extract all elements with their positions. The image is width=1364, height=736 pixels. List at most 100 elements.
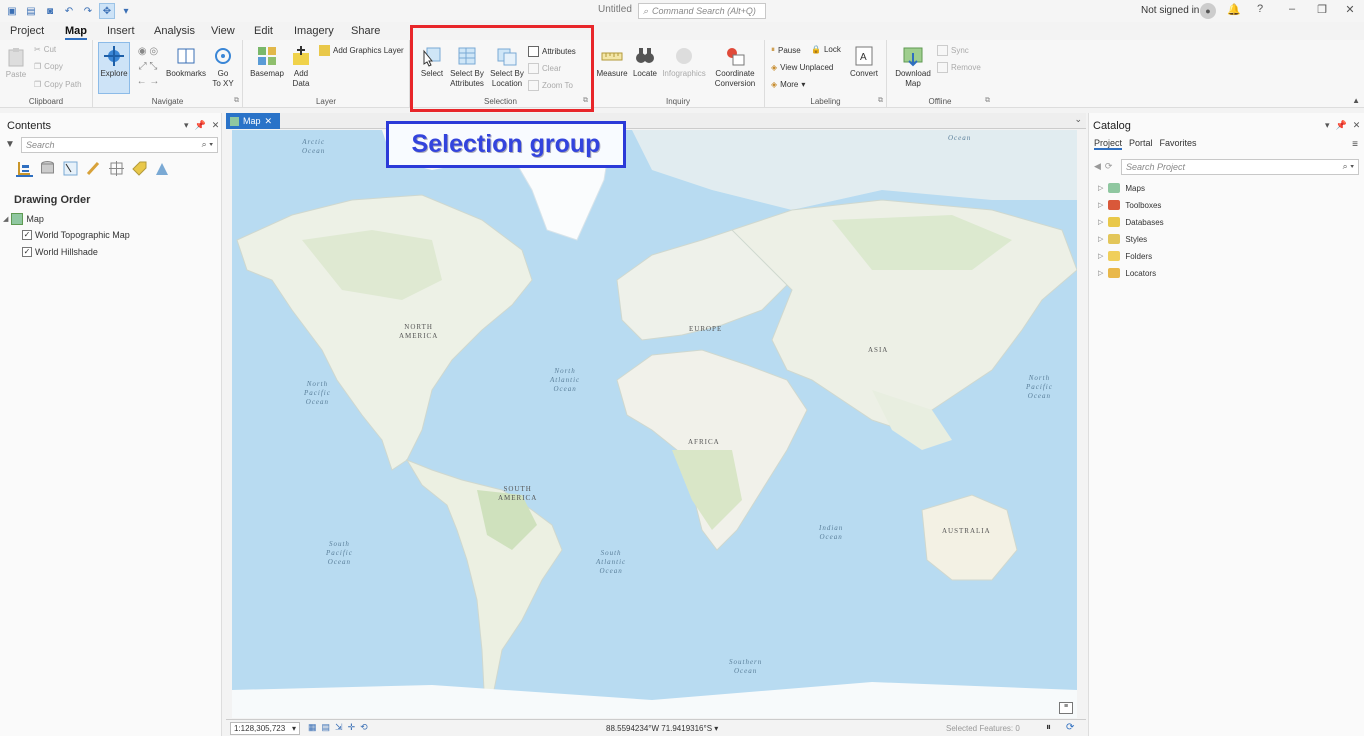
tab-imagery[interactable]: Imagery: [294, 25, 334, 37]
coordinate-readout[interactable]: 88.5594234°W 71.9419316°S ▾: [606, 724, 718, 733]
expand-arrow-icon[interactable]: ◢: [3, 215, 8, 223]
snapping-view-icon[interactable]: [108, 160, 125, 177]
snapping-icon[interactable]: ⟲: [360, 722, 368, 733]
redo-icon[interactable]: ↷: [80, 3, 96, 19]
layer-item-topographic[interactable]: ✓ World Topographic Map: [22, 230, 130, 240]
refresh-icon[interactable]: ⟳: [1066, 722, 1074, 733]
layer-visibility-checkbox[interactable]: ✓: [22, 247, 32, 257]
navigate-launcher-icon[interactable]: ⧉: [234, 97, 239, 105]
avatar[interactable]: ●: [1200, 3, 1216, 19]
fixed-zoom-icon[interactable]: ⇲: [335, 722, 343, 733]
back-icon[interactable]: ◀: [1094, 161, 1101, 172]
pin-icon[interactable]: 📌: [1336, 120, 1347, 131]
offline-launcher-icon[interactable]: ⧉: [985, 97, 990, 105]
editing-view-icon[interactable]: [85, 160, 102, 177]
tab-share[interactable]: Share: [351, 25, 380, 37]
filter-icon[interactable]: ▼: [5, 139, 15, 150]
pin-icon[interactable]: 📌: [195, 120, 206, 131]
catalog-tab-project[interactable]: Project: [1094, 138, 1123, 150]
pause-labeling-button[interactable]: ⏸ Pause: [771, 45, 801, 55]
add-graphics-layer-button[interactable]: Add Graphics Layer: [319, 45, 404, 56]
map-view-tab[interactable]: Map ✕: [226, 113, 280, 129]
tab-project[interactable]: Project: [10, 25, 44, 37]
scale-selector[interactable]: 1:128,305,723 ▾: [230, 722, 300, 735]
catalog-menu-icon[interactable]: ≡: [1352, 139, 1358, 150]
pause-drawing-icon[interactable]: ⏸: [1046, 722, 1051, 733]
grid-icon[interactable]: ▦: [308, 722, 317, 733]
convert-labels-button[interactable]: A Convert: [847, 45, 881, 79]
catalog-item-folders[interactable]: ▷ Folders: [1098, 251, 1152, 261]
undo-icon[interactable]: ↶: [61, 3, 77, 19]
explore-button[interactable]: Explore: [99, 45, 129, 79]
locate-button[interactable]: Locate: [631, 45, 659, 79]
catalog-item-toolboxes[interactable]: ▷ Toolboxes: [1098, 200, 1161, 210]
zoom-nav-icons[interactable]: ◉ ◎ ⤢ ⤡ ← →: [133, 44, 163, 88]
map-attribution-icon[interactable]: ≡: [1059, 702, 1073, 714]
pane-menu-icon[interactable]: ▾: [1325, 120, 1330, 131]
data-source-icon[interactable]: [39, 160, 56, 177]
labeling-launcher-icon[interactable]: ⧉: [878, 97, 883, 105]
tab-insert[interactable]: Insert: [107, 25, 135, 37]
catalog-item-locators[interactable]: ▷ Locators: [1098, 268, 1156, 278]
drawing-order-icon[interactable]: [16, 160, 33, 177]
selected-features-count[interactable]: Selected Features: 0: [946, 724, 1020, 733]
tab-map[interactable]: Map: [65, 25, 87, 40]
map-view[interactable]: Arctic Ocean Ocean North Atlantic Ocean Nor…: [232, 130, 1077, 718]
catalog-item-styles[interactable]: ▷ Styles: [1098, 234, 1147, 244]
save-icon[interactable]: ◙: [42, 3, 58, 19]
close-pane-icon[interactable]: ✕: [1353, 120, 1361, 131]
labeling-view-icon[interactable]: [131, 160, 148, 177]
basemap-button[interactable]: Basemap: [248, 45, 286, 79]
bookmarks-button[interactable]: Bookmarks: [165, 45, 207, 79]
collapse-ribbon-icon[interactable]: ▲: [1352, 96, 1360, 105]
notifications-icon[interactable]: 🔔: [1226, 3, 1242, 16]
lock-labels-button[interactable]: 🔒 Lock: [811, 45, 841, 54]
cut-button[interactable]: ✂ Cut: [34, 45, 56, 54]
go-to-xy-button[interactable]: Go To XY: [209, 45, 237, 89]
tab-analysis[interactable]: Analysis: [154, 25, 195, 37]
catalog-search-input[interactable]: Search Project ⌕ ▾: [1121, 159, 1359, 175]
copy-button[interactable]: ❐ Copy: [34, 62, 63, 71]
catalog-item-maps[interactable]: ▷ Maps: [1098, 183, 1145, 193]
new-project-icon[interactable]: ▣: [4, 3, 20, 19]
refresh-icon[interactable]: ⟳: [1105, 161, 1113, 172]
view-unplaced-button[interactable]: ◈ View Unplaced: [771, 63, 833, 72]
more-labeling-button[interactable]: ◈ More ▾: [771, 80, 805, 89]
selection-view-icon[interactable]: [62, 160, 79, 177]
copy-path-button[interactable]: ❐ Copy Path: [34, 80, 82, 89]
customize-toolbar-icon[interactable]: ▾: [118, 3, 134, 19]
explore-tool-icon[interactable]: ✥: [99, 3, 115, 19]
catalog-item-databases[interactable]: ▷ Databases: [1098, 217, 1164, 227]
remove-button[interactable]: Remove: [937, 62, 981, 73]
measure-button[interactable]: Measure: [595, 45, 629, 79]
help-icon[interactable]: ?: [1252, 3, 1268, 15]
command-search-input[interactable]: ⌕ Command Search (Alt+Q): [638, 3, 766, 19]
table-icon[interactable]: ▤: [322, 722, 331, 733]
crosshair-icon[interactable]: ✛: [348, 722, 356, 733]
download-map-button[interactable]: Download Map: [891, 45, 935, 89]
sync-button[interactable]: Sync: [937, 45, 969, 56]
infographics-button[interactable]: Infographics: [662, 45, 706, 79]
paste-button[interactable]: Paste: [4, 46, 28, 80]
add-data-button[interactable]: Add Data: [288, 45, 314, 89]
tab-view[interactable]: View: [211, 25, 235, 37]
minimize-icon[interactable]: –: [1284, 3, 1300, 15]
ribbon-tabs: Project Map Insert Analysis View Edit Im…: [0, 22, 1364, 40]
tab-list-icon[interactable]: ⌄: [1074, 114, 1082, 125]
contents-search-input[interactable]: Search ⌕ ▾: [21, 137, 218, 153]
close-pane-icon[interactable]: ✕: [212, 120, 220, 131]
layer-visibility-checkbox[interactable]: ✓: [22, 230, 32, 240]
catalog-tab-favorites[interactable]: Favorites: [1160, 138, 1197, 150]
catalog-tab-portal[interactable]: Portal: [1129, 138, 1153, 150]
sign-in-status[interactable]: Not signed in: [1141, 5, 1199, 16]
tab-edit[interactable]: Edit: [254, 25, 273, 37]
map-tree-item[interactable]: ◢ Map: [3, 213, 44, 225]
coordinate-conversion-button[interactable]: Coordinate Conversion: [710, 45, 760, 89]
restore-icon[interactable]: ❐: [1314, 3, 1330, 16]
close-tab-icon[interactable]: ✕: [265, 116, 273, 127]
open-project-icon[interactable]: ▤: [23, 3, 39, 19]
charts-view-icon[interactable]: [154, 160, 171, 177]
layer-item-hillshade[interactable]: ✓ World Hillshade: [22, 247, 98, 257]
close-icon[interactable]: ✕: [1342, 3, 1358, 16]
pane-menu-icon[interactable]: ▾: [184, 120, 189, 131]
